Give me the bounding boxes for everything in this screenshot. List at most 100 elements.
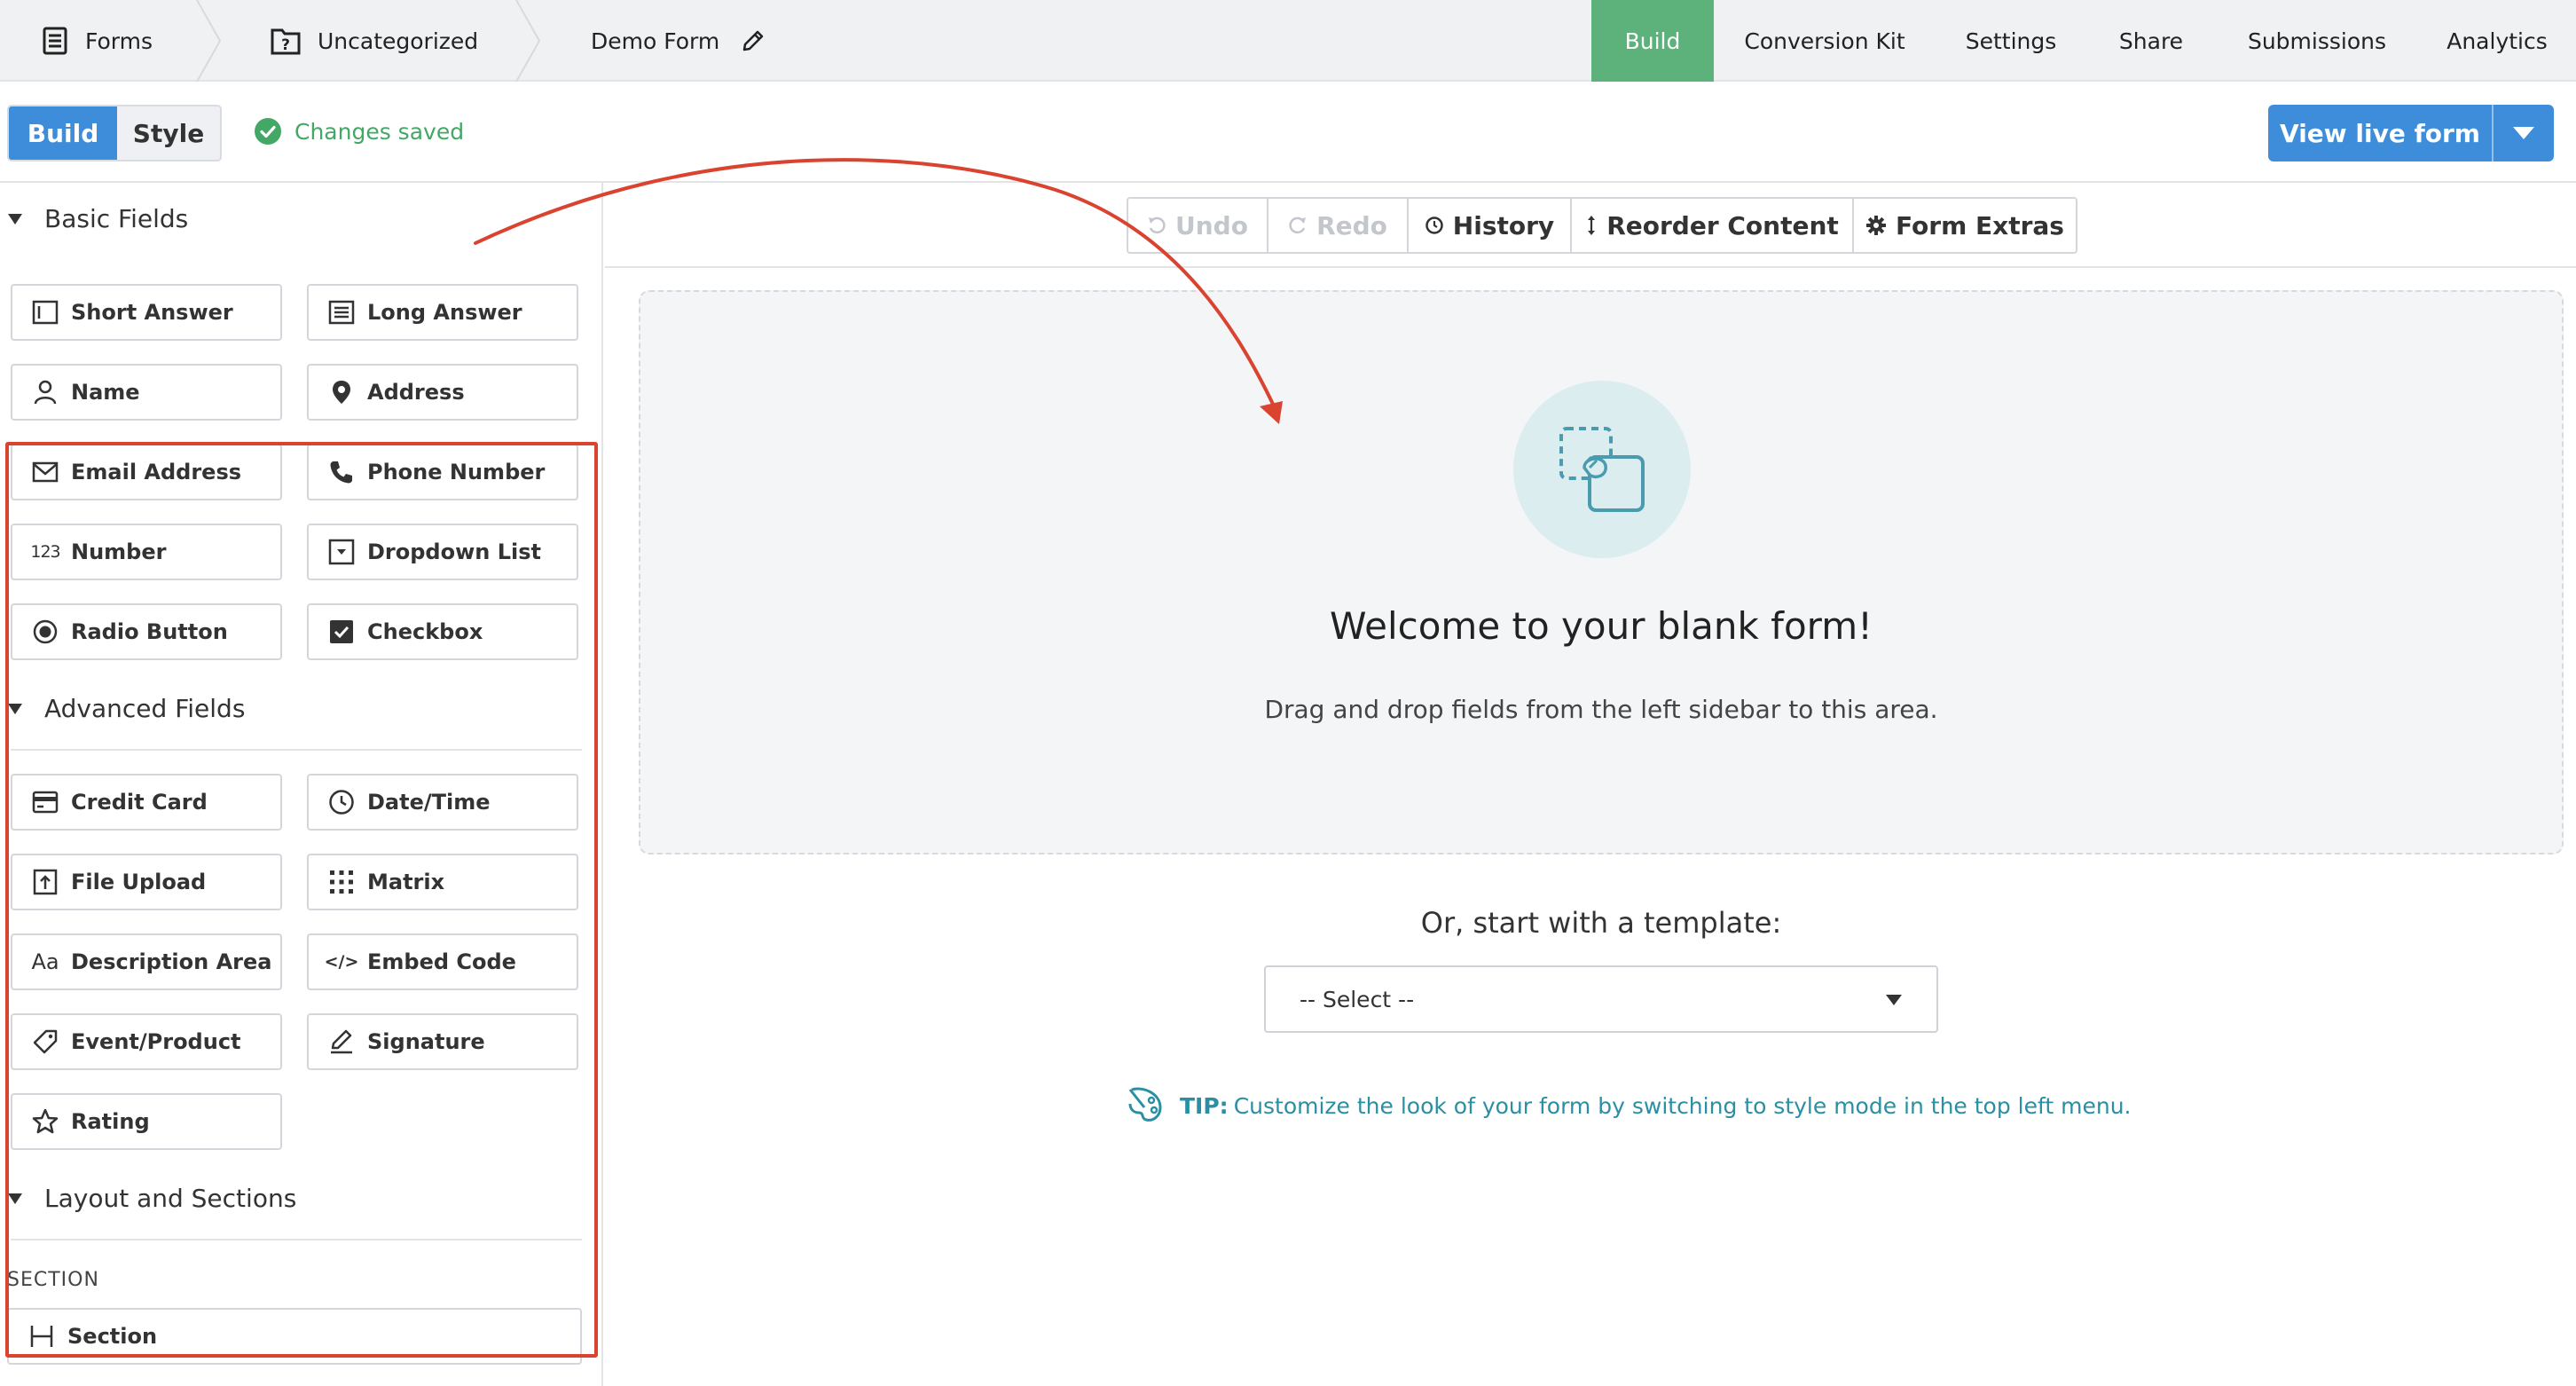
field-label: Checkbox [367, 619, 483, 644]
field-date-time[interactable]: Date/Time [307, 774, 578, 831]
field-rating[interactable]: Rating [11, 1093, 282, 1150]
save-status: Changes saved [254, 117, 464, 146]
caret-down-icon[interactable] [2494, 126, 2554, 140]
field-dropdown-list[interactable]: Dropdown List [307, 524, 578, 580]
template-select-value: -- Select -- [1300, 986, 1415, 1012]
reorder-label: Reorder Content [1606, 210, 1839, 240]
breadcrumb-forms[interactable]: Forms [41, 0, 153, 82]
field-label: Date/Time [367, 790, 491, 815]
field-label: Radio Button [71, 619, 228, 644]
reorder-arrows-icon [1585, 215, 1598, 236]
top-navigation: Forms ? Uncategorized Demo Form Build Co… [0, 0, 2576, 82]
folder-question-icon: ? [270, 26, 302, 56]
tab-settings[interactable]: Settings [1936, 0, 2086, 82]
paint-palette-icon [1125, 1084, 1167, 1127]
radio-icon [30, 617, 60, 647]
reorder-content-button[interactable]: Reorder Content [1572, 199, 1854, 252]
field-description-area[interactable]: Aa Description Area [11, 933, 282, 990]
field-label: Number [71, 539, 167, 564]
field-embed-code[interactable]: </> Embed Code [307, 933, 578, 990]
field-radio-button[interactable]: Radio Button [11, 603, 282, 660]
form-drop-zone[interactable]: Welcome to your blank form! Drag and dro… [639, 290, 2564, 854]
edit-pencil-icon[interactable] [741, 28, 766, 53]
breadcrumb-folder-label: Uncategorized [318, 28, 479, 54]
envelope-icon [30, 457, 60, 487]
field-name[interactable]: Name [11, 364, 282, 421]
advanced-fields-title: Advanced Fields [44, 694, 246, 723]
editor-toolbar: Undo Redo History Reorder Content Form E… [605, 183, 2576, 268]
field-label: File Upload [71, 870, 207, 894]
advanced-fields-header[interactable]: Advanced Fields [7, 694, 245, 723]
matrix-icon [326, 867, 357, 897]
toolbar-button-group: Undo Redo History Reorder Content Form E… [1127, 197, 2077, 254]
star-icon [30, 1106, 60, 1137]
field-address[interactable]: Address [307, 364, 578, 421]
redo-icon [1288, 216, 1308, 235]
breadcrumb-forms-label: Forms [85, 28, 153, 54]
view-live-form-button[interactable]: View live form [2268, 105, 2554, 161]
breadcrumb-folder[interactable]: ? Uncategorized [270, 0, 478, 82]
template-select[interactable]: -- Select -- [1264, 965, 1938, 1033]
long-answer-icon [326, 297, 357, 327]
field-number[interactable]: 123 Number [11, 524, 282, 580]
build-mode-button[interactable]: Build [9, 106, 117, 160]
drag-drop-illustration [1513, 381, 1691, 558]
form-list-icon [41, 27, 69, 55]
undo-button[interactable]: Undo [1128, 199, 1268, 252]
form-extras-label: Form Extras [1896, 210, 2064, 240]
field-matrix[interactable]: Matrix [307, 854, 578, 910]
field-sidebar: Basic Fields Short Answer Long Answer Na… [0, 183, 603, 1386]
tab-conversion-kit[interactable]: Conversion Kit [1714, 0, 1936, 82]
tab-share[interactable]: Share [2086, 0, 2216, 82]
field-label: Matrix [367, 870, 445, 894]
tab-submissions[interactable]: Submissions [2216, 0, 2418, 82]
redo-label: Redo [1316, 210, 1387, 240]
history-button[interactable]: History [1409, 199, 1572, 252]
basic-fields-header[interactable]: Basic Fields [7, 204, 188, 233]
field-event-product[interactable]: Event/Product [11, 1013, 282, 1070]
form-name-label: Demo Form [591, 28, 720, 54]
select-caret-icon [1885, 994, 1903, 1006]
undo-label: Undo [1175, 210, 1248, 240]
section-category-label: SECTION [7, 1269, 99, 1291]
tag-icon [30, 1027, 60, 1057]
field-label: Section [67, 1324, 158, 1349]
field-file-upload[interactable]: File Upload [11, 854, 282, 910]
breadcrumb-form-name[interactable]: Demo Form [591, 0, 766, 82]
gear-icon [1865, 215, 1887, 236]
template-label: Or, start with a template: [1420, 906, 1782, 940]
layout-sections-header[interactable]: Layout and Sections [7, 1184, 296, 1213]
form-extras-button[interactable]: Form Extras [1854, 199, 2076, 252]
code-icon: </> [324, 952, 359, 972]
basic-fields-title: Basic Fields [44, 204, 189, 233]
field-label: Email Address [71, 460, 242, 484]
field-email-address[interactable]: Email Address [11, 444, 282, 500]
field-label: Short Answer [71, 300, 233, 325]
mode-bar: Build Style Changes saved View live form [0, 82, 2576, 183]
history-clock-icon [1425, 216, 1444, 235]
field-signature[interactable]: Signature [307, 1013, 578, 1070]
tab-analytics[interactable]: Analytics [2418, 0, 2576, 82]
map-pin-icon [326, 377, 357, 407]
short-answer-icon [30, 297, 60, 327]
field-short-answer[interactable]: Short Answer [11, 284, 282, 341]
field-label: Event/Product [71, 1029, 241, 1054]
drag-drop-icon [1559, 427, 1645, 512]
field-label: Dropdown List [367, 539, 541, 564]
field-checkbox[interactable]: Checkbox [307, 603, 578, 660]
redo-button[interactable]: Redo [1268, 199, 1409, 252]
save-status-text: Changes saved [295, 118, 465, 145]
undo-icon [1147, 216, 1166, 235]
style-mode-button[interactable]: Style [117, 106, 220, 160]
clock-icon [326, 787, 357, 817]
field-section[interactable]: Section [7, 1308, 582, 1365]
field-label: Name [71, 380, 140, 405]
field-phone-number[interactable]: Phone Number [307, 444, 578, 500]
tab-build[interactable]: Build [1591, 0, 1714, 82]
credit-card-icon [30, 787, 60, 817]
section-divider [11, 1239, 582, 1240]
field-credit-card[interactable]: Credit Card [11, 774, 282, 831]
field-long-answer[interactable]: Long Answer [307, 284, 578, 341]
dropdown-icon [326, 537, 357, 567]
main-tabs: Build Conversion Kit Settings Share Subm… [1591, 0, 2576, 82]
